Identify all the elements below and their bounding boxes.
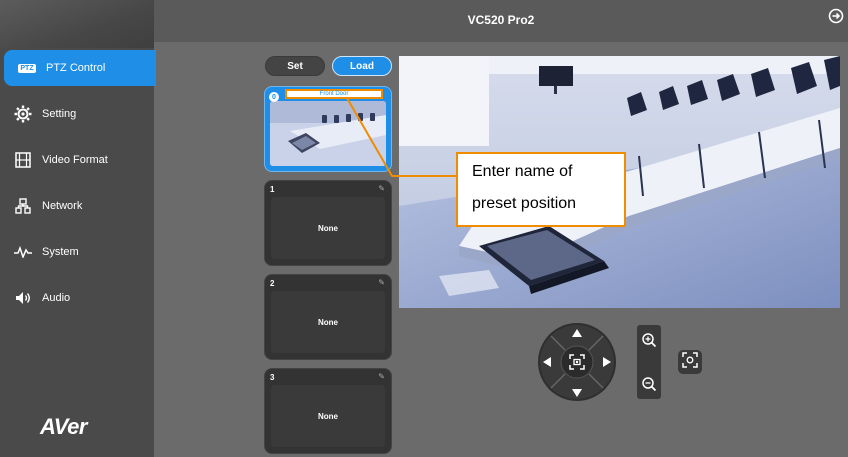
zoom-control (637, 325, 661, 399)
callout-box: Enter name of preset position (456, 152, 626, 227)
pan-left-icon[interactable] (541, 355, 553, 369)
zoom-in-icon[interactable] (639, 330, 659, 350)
pan-right-icon[interactable] (601, 355, 613, 369)
pan-up-icon[interactable] (570, 326, 584, 338)
zoom-out-icon[interactable] (639, 374, 659, 394)
ptz-direction-pad (537, 322, 617, 402)
callout-connector (346, 97, 456, 177)
callout-line-1: Enter name of (472, 163, 573, 180)
callout-line-2: preset position (472, 195, 577, 212)
home-position-icon[interactable] (567, 352, 587, 372)
auto-focus-button[interactable] (678, 350, 702, 374)
focus-icon (681, 351, 699, 374)
pan-down-icon[interactable] (570, 386, 584, 398)
